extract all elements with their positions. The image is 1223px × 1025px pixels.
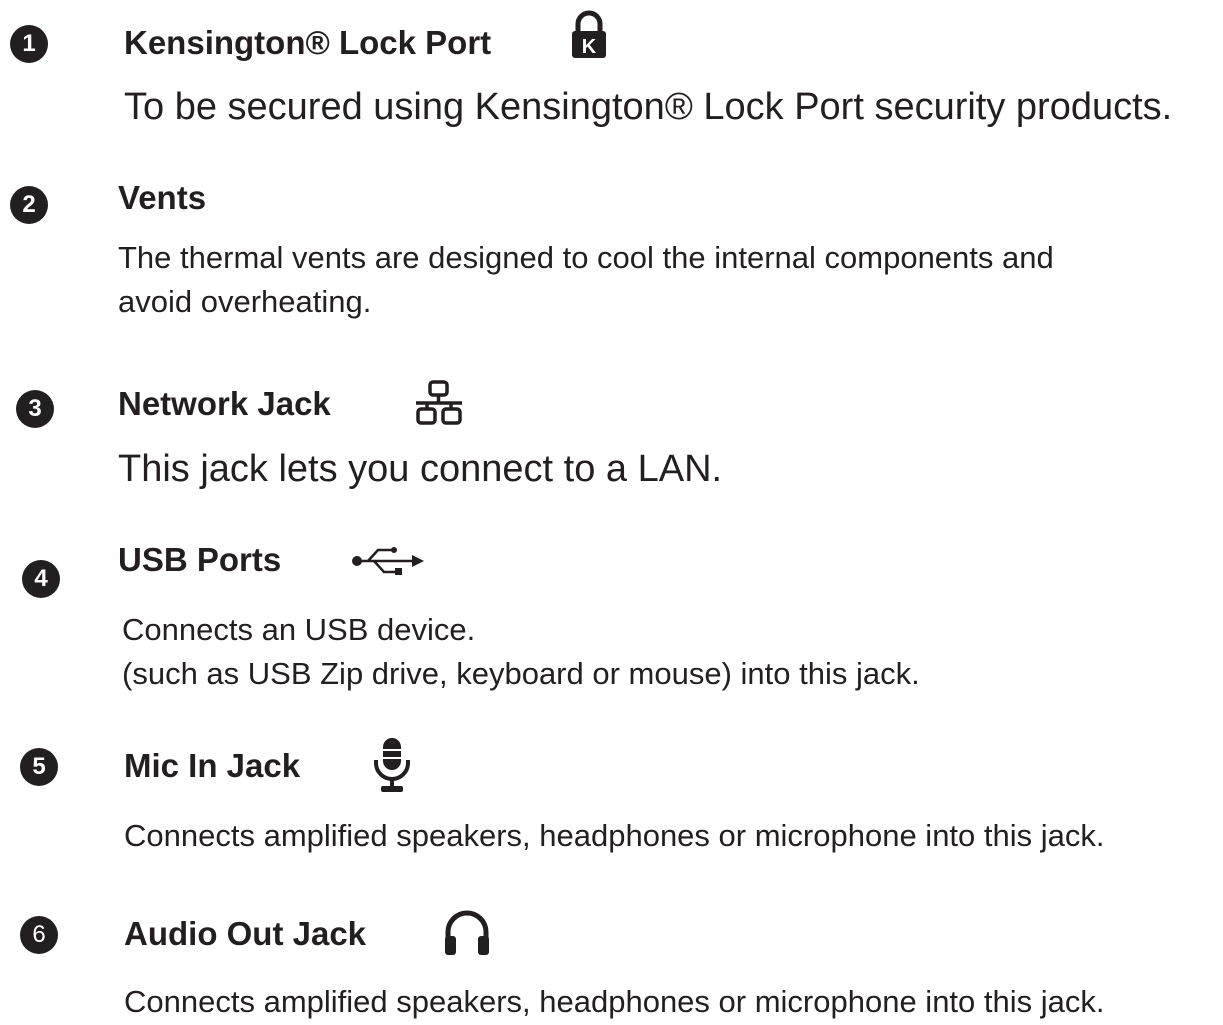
item-description: This jack lets you connect to a LAN.	[118, 448, 723, 490]
usb-icon	[352, 547, 424, 575]
item-number-badge: 6	[20, 916, 58, 954]
item-title: Network Jack	[118, 385, 331, 422]
item-title: Kensington® Lock Port	[124, 24, 492, 61]
item-description: The thermal vents are designed to cool t…	[118, 240, 1054, 275]
network-icon	[416, 380, 462, 425]
kensington-lock-icon: K	[572, 10, 606, 58]
svg-text:K: K	[582, 36, 597, 58]
item-description: To be secured using Kensington® Lock Por…	[124, 86, 1173, 128]
item-title: Vents	[118, 179, 207, 216]
item-title: Mic In Jack	[124, 747, 301, 784]
item-description: Connects amplified speakers, headphones …	[124, 984, 1105, 1019]
item-description: avoid overheating.	[118, 284, 372, 319]
microphone-icon	[374, 738, 410, 792]
item-number-badge: 2	[10, 186, 48, 224]
item-number-badge: 3	[16, 390, 54, 428]
item-number-badge: 4	[22, 560, 60, 598]
item-description: Connects amplified speakers, headphones …	[124, 818, 1105, 853]
item-title: USB Ports	[118, 541, 282, 578]
item-title: Audio Out Jack	[124, 915, 367, 952]
item-description: Connects an USB device.	[122, 612, 476, 647]
item-description: (such as USB Zip drive, keyboard or mous…	[122, 656, 920, 691]
headphones-icon	[445, 910, 489, 955]
item-number-badge: 1	[10, 25, 48, 63]
item-number-badge: 5	[20, 748, 58, 786]
